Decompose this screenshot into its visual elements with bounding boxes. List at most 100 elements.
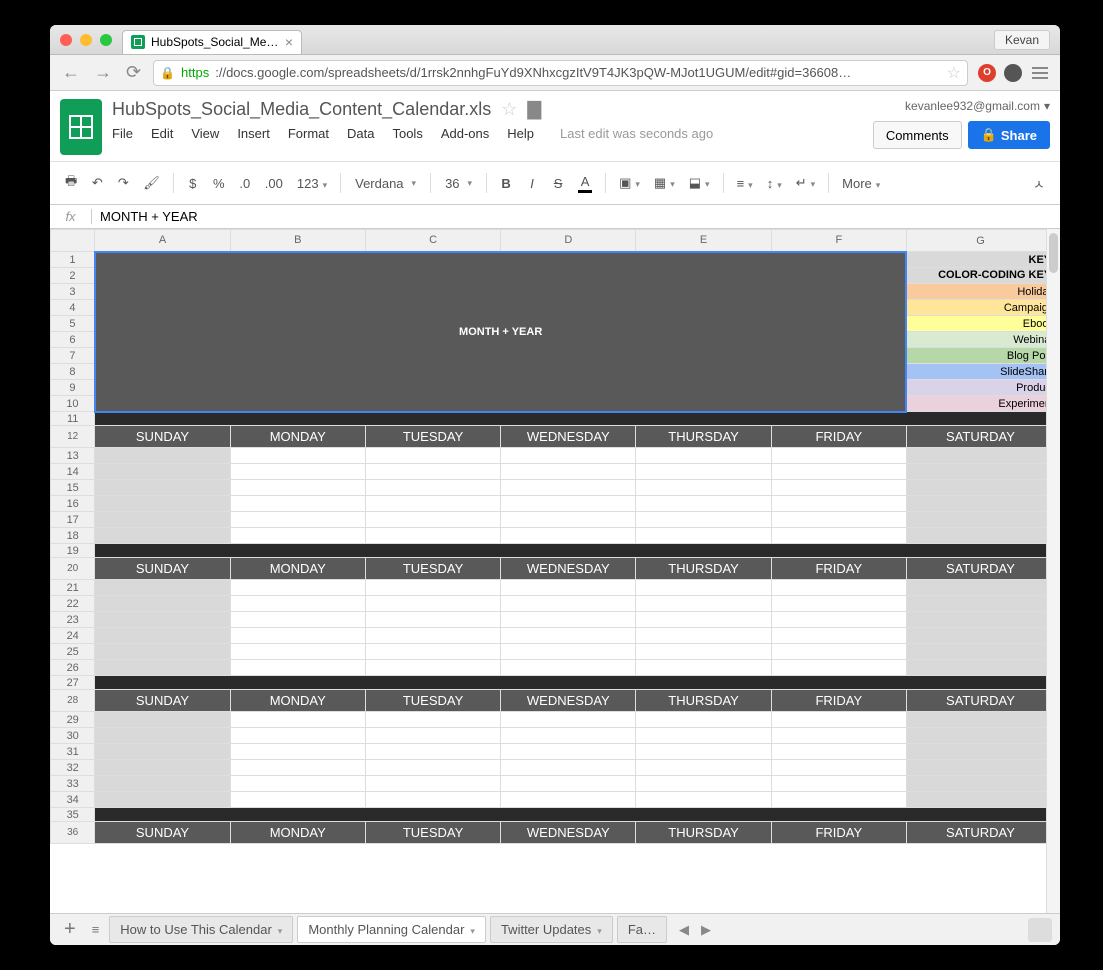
- day-header[interactable]: SATURDAY: [906, 822, 1054, 844]
- row-header[interactable]: 27: [51, 676, 95, 690]
- day-header[interactable]: WEDNESDAY: [501, 426, 636, 448]
- day-header[interactable]: THURSDAY: [636, 426, 771, 448]
- day-header[interactable]: FRIDAY: [771, 558, 906, 580]
- day-header[interactable]: WEDNESDAY: [501, 690, 636, 712]
- row-header[interactable]: 28: [51, 690, 95, 712]
- document-title[interactable]: HubSpots_Social_Media_Content_Calendar.x…: [112, 99, 491, 120]
- format-currency[interactable]: $: [182, 172, 204, 195]
- bold-button[interactable]: B: [495, 172, 517, 195]
- menu-view[interactable]: View: [191, 126, 219, 141]
- row-header[interactable]: 6: [51, 332, 95, 348]
- day-header[interactable]: MONDAY: [230, 426, 365, 448]
- browser-user-chip[interactable]: Kevan: [994, 30, 1050, 50]
- row-header[interactable]: 36: [51, 822, 95, 844]
- number-format-menu[interactable]: 123: [292, 172, 332, 195]
- add-sheet-icon[interactable]: +: [58, 918, 82, 941]
- row-header[interactable]: 11: [51, 412, 95, 426]
- key-item[interactable]: Webinar: [906, 332, 1054, 348]
- day-header[interactable]: MONDAY: [230, 690, 365, 712]
- redo-icon[interactable]: ↷: [112, 171, 134, 195]
- row-header[interactable]: 14: [51, 464, 95, 480]
- key-item[interactable]: Experiment: [906, 396, 1054, 412]
- key-item[interactable]: Product: [906, 380, 1054, 396]
- row-header[interactable]: 9: [51, 380, 95, 396]
- row-header[interactable]: 23: [51, 612, 95, 628]
- sheet-tab[interactable]: How to Use This Calendar: [109, 916, 293, 943]
- day-header[interactable]: MONDAY: [230, 558, 365, 580]
- col-header[interactable]: G: [906, 230, 1054, 252]
- menu-addons[interactable]: Add-ons: [441, 126, 489, 141]
- explore-button-icon[interactable]: [1028, 918, 1052, 942]
- day-header[interactable]: MONDAY: [230, 822, 365, 844]
- row-header[interactable]: 31: [51, 744, 95, 760]
- sheet-prev-icon[interactable]: ◀: [679, 922, 689, 938]
- menu-file[interactable]: File: [112, 126, 133, 141]
- row-header[interactable]: 24: [51, 628, 95, 644]
- key-item[interactable]: Campaign: [906, 300, 1054, 316]
- account-email[interactable]: kevanlee932@gmail.com ▾: [905, 99, 1050, 113]
- menu-data[interactable]: Data: [347, 126, 374, 141]
- row-header[interactable]: 35: [51, 808, 95, 822]
- day-header[interactable]: WEDNESDAY: [501, 558, 636, 580]
- row-header[interactable]: 2: [51, 268, 95, 284]
- row-header[interactable]: 19: [51, 544, 95, 558]
- text-color-button[interactable]: A: [573, 170, 597, 197]
- day-header[interactable]: THURSDAY: [636, 558, 771, 580]
- select-all-corner[interactable]: [51, 230, 95, 252]
- row-header[interactable]: 34: [51, 792, 95, 808]
- day-header[interactable]: THURSDAY: [636, 690, 771, 712]
- comments-button[interactable]: Comments: [873, 121, 962, 149]
- move-folder-icon[interactable]: ▇: [527, 99, 541, 120]
- row-header[interactable]: 20: [51, 558, 95, 580]
- close-tab-icon[interactable]: ×: [285, 34, 293, 50]
- row-header[interactable]: 16: [51, 496, 95, 512]
- horizontal-align-button[interactable]: ≡: [732, 172, 758, 195]
- row-header[interactable]: 17: [51, 512, 95, 528]
- format-percent[interactable]: %: [208, 172, 230, 195]
- browser-tab[interactable]: HubSpots_Social_Media_C… ×: [122, 30, 302, 54]
- day-header[interactable]: FRIDAY: [771, 690, 906, 712]
- col-header[interactable]: E: [636, 230, 771, 252]
- menu-edit[interactable]: Edit: [151, 126, 173, 141]
- reload-button-icon[interactable]: ⟳: [124, 62, 143, 83]
- row-header[interactable]: 26: [51, 660, 95, 676]
- borders-button[interactable]: ▦: [649, 171, 680, 195]
- row-header[interactable]: 3: [51, 284, 95, 300]
- day-header[interactable]: FRIDAY: [771, 822, 906, 844]
- font-select[interactable]: Verdana: [349, 174, 422, 193]
- col-header[interactable]: C: [365, 230, 500, 252]
- browser-menu-icon[interactable]: [1030, 65, 1050, 81]
- day-header[interactable]: SUNDAY: [95, 426, 230, 448]
- menu-format[interactable]: Format: [288, 126, 329, 141]
- key-item[interactable]: Blog Post: [906, 348, 1054, 364]
- key-item[interactable]: SlideShare: [906, 364, 1054, 380]
- menu-insert[interactable]: Insert: [237, 126, 270, 141]
- star-document-icon[interactable]: ☆: [501, 99, 517, 120]
- row-header[interactable]: 8: [51, 364, 95, 380]
- more-toolbar[interactable]: More: [837, 172, 885, 195]
- day-header[interactable]: SUNDAY: [95, 690, 230, 712]
- row-header[interactable]: 25: [51, 644, 95, 660]
- day-header[interactable]: WEDNESDAY: [501, 822, 636, 844]
- day-header[interactable]: SATURDAY: [906, 558, 1054, 580]
- key-header[interactable]: KEY:: [906, 252, 1054, 268]
- print-icon[interactable]: 🖶: [60, 168, 82, 198]
- italic-button[interactable]: I: [521, 172, 543, 195]
- row-header[interactable]: 30: [51, 728, 95, 744]
- row-header[interactable]: 7: [51, 348, 95, 364]
- row-header[interactable]: 4: [51, 300, 95, 316]
- back-button-icon[interactable]: ←: [60, 62, 82, 83]
- row-header[interactable]: 32: [51, 760, 95, 776]
- day-header[interactable]: THURSDAY: [636, 822, 771, 844]
- merge-cells-button[interactable]: ⬓: [684, 171, 715, 195]
- share-button[interactable]: 🔒 Share: [968, 121, 1050, 149]
- row-header[interactable]: 5: [51, 316, 95, 332]
- col-header[interactable]: A: [95, 230, 230, 252]
- vertical-scrollbar[interactable]: [1046, 229, 1060, 913]
- fill-color-button[interactable]: ▣: [614, 171, 645, 195]
- strikethrough-button[interactable]: S: [547, 172, 569, 195]
- menu-tools[interactable]: Tools: [392, 126, 422, 141]
- maximize-window-icon[interactable]: [100, 34, 112, 46]
- day-header[interactable]: SUNDAY: [95, 822, 230, 844]
- day-header[interactable]: SATURDAY: [906, 690, 1054, 712]
